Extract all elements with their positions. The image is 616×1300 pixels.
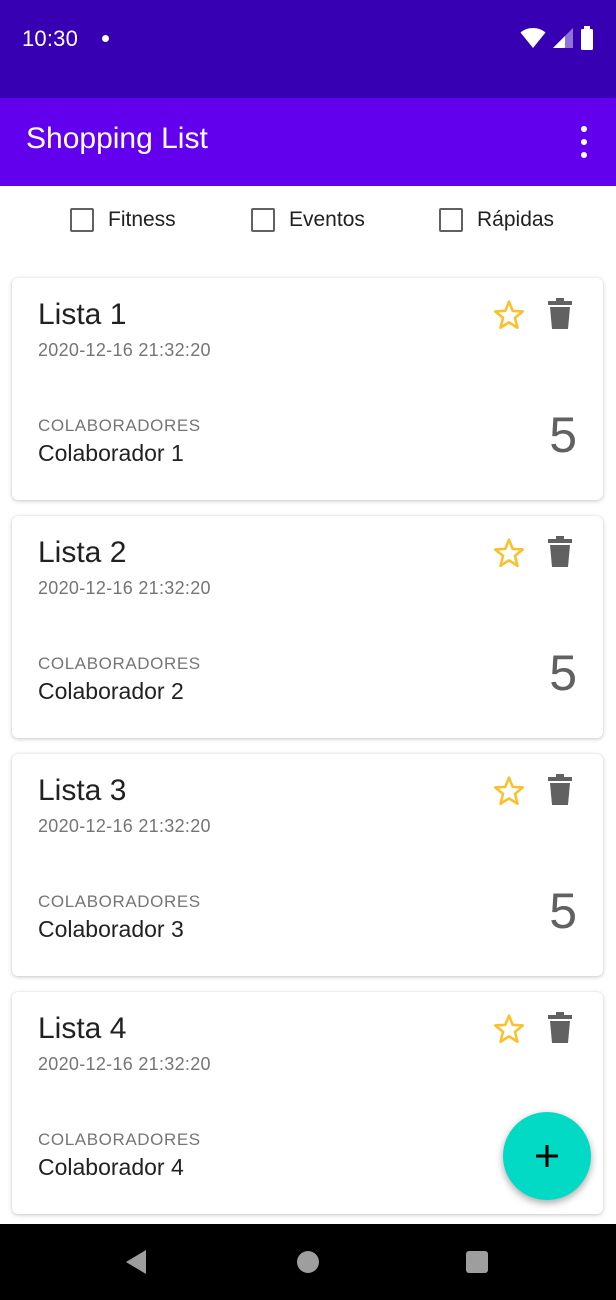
checkbox[interactable] xyxy=(439,208,463,232)
trash-icon[interactable] xyxy=(547,298,573,330)
back-icon[interactable] xyxy=(124,1249,148,1275)
list-title: Lista 2 xyxy=(38,536,127,569)
list-title: Lista 3 xyxy=(38,774,127,807)
battery-icon xyxy=(581,26,593,50)
checkbox[interactable] xyxy=(70,208,94,232)
status-bar: 10:30 xyxy=(0,0,616,98)
home-icon[interactable] xyxy=(297,1251,319,1273)
app-bar: Shopping List xyxy=(0,98,616,186)
item-count: 5 xyxy=(549,645,577,701)
collaborator-name: Colaborador 3 xyxy=(38,916,184,942)
collaborator-name: Colaborador 2 xyxy=(38,678,184,704)
collaborators-label: COLABORADORES xyxy=(38,892,201,911)
add-list-button[interactable] xyxy=(503,1112,591,1200)
star-outline-icon[interactable] xyxy=(492,774,526,808)
collaborators-label: COLABORADORES xyxy=(38,1130,201,1149)
filter-bar: Fitness Eventos Rápidas xyxy=(0,186,616,266)
trash-icon[interactable] xyxy=(547,536,573,568)
filter-eventos[interactable]: Eventos xyxy=(251,208,365,232)
collaborator-name: Colaborador 1 xyxy=(38,440,184,466)
list-date: 2020-12-16 21:32:20 xyxy=(38,1054,211,1074)
trash-icon[interactable] xyxy=(547,774,573,806)
list-date: 2020-12-16 21:32:20 xyxy=(38,340,211,360)
filter-label: Rápidas xyxy=(477,208,555,231)
collaborators-label: COLABORADORES xyxy=(38,416,201,435)
item-count: 5 xyxy=(549,883,577,939)
system-nav-bar xyxy=(0,1224,616,1300)
list-date: 2020-12-16 21:32:20 xyxy=(38,816,211,836)
item-count: 5 xyxy=(549,407,577,463)
more-vert-icon[interactable] xyxy=(572,126,596,158)
filter-rapidas[interactable]: Rápidas xyxy=(439,208,554,232)
star-outline-icon[interactable] xyxy=(492,298,526,332)
list-title: Lista 4 xyxy=(38,1012,127,1045)
list-title: Lista 1 xyxy=(38,298,127,331)
filter-fitness[interactable]: Fitness xyxy=(70,208,176,232)
status-time: 10:30 xyxy=(22,26,79,51)
list-card[interactable]: Lista 2 2020-12-16 21:32:20 COLABORADORE… xyxy=(12,516,603,738)
collaborator-name: Colaborador 4 xyxy=(38,1154,184,1180)
list-date: 2020-12-16 21:32:20 xyxy=(38,578,211,598)
star-outline-icon[interactable] xyxy=(492,1012,526,1046)
trash-icon[interactable] xyxy=(547,1012,573,1044)
wifi-icon xyxy=(520,28,546,48)
plus-icon xyxy=(536,1145,558,1167)
status-icons xyxy=(520,26,594,50)
recents-icon[interactable] xyxy=(466,1251,488,1273)
star-outline-icon[interactable] xyxy=(492,536,526,570)
checkbox[interactable] xyxy=(251,208,275,232)
collaborators-label: COLABORADORES xyxy=(38,654,201,673)
list-card[interactable]: Lista 1 2020-12-16 21:32:20 COLABORADORE… xyxy=(12,278,603,500)
signal-icon xyxy=(553,28,573,48)
page-title: Shopping List xyxy=(26,122,208,155)
filter-label: Fitness xyxy=(108,208,176,231)
shopping-list-container[interactable]: Lista 1 2020-12-16 21:32:20 COLABORADORE… xyxy=(0,266,616,1224)
filter-label: Eventos xyxy=(289,208,365,231)
list-card[interactable]: Lista 3 2020-12-16 21:32:20 COLABORADORE… xyxy=(12,754,603,976)
notification-dot-icon xyxy=(102,35,109,42)
